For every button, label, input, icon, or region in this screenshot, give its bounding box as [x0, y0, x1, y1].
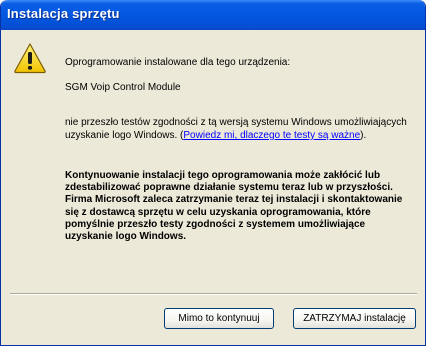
dialog-window: Instalacja sprzętu Oprogramowanie instal…: [0, 0, 426, 346]
compatibility-end: ).: [360, 130, 367, 141]
device-name: SGM Voip Control Module: [65, 82, 181, 93]
warning-message: Kontynuowanie instalacji tego oprogramow…: [65, 170, 403, 243]
window-title: Instalacja sprzętu: [7, 6, 120, 21]
continue-anyway-button[interactable]: Mimo to kontynuuj: [164, 308, 274, 329]
intro-text: Oprogramowanie instalowane dla tego urzą…: [65, 57, 291, 68]
dialog-body: Oprogramowanie instalowane dla tego urzą…: [4, 30, 422, 342]
warning-icon: [14, 43, 46, 74]
separator: [10, 293, 417, 295]
stop-installation-button[interactable]: ZATRZYMAJ instalację: [293, 308, 416, 329]
title-bar[interactable]: Instalacja sprzętu: [1, 0, 425, 30]
why-tests-important-link[interactable]: Powiedz mi, dlaczego te testy są ważne: [183, 130, 360, 141]
compatibility-text: nie przeszło testów zgodności z tą wersj…: [65, 116, 415, 142]
